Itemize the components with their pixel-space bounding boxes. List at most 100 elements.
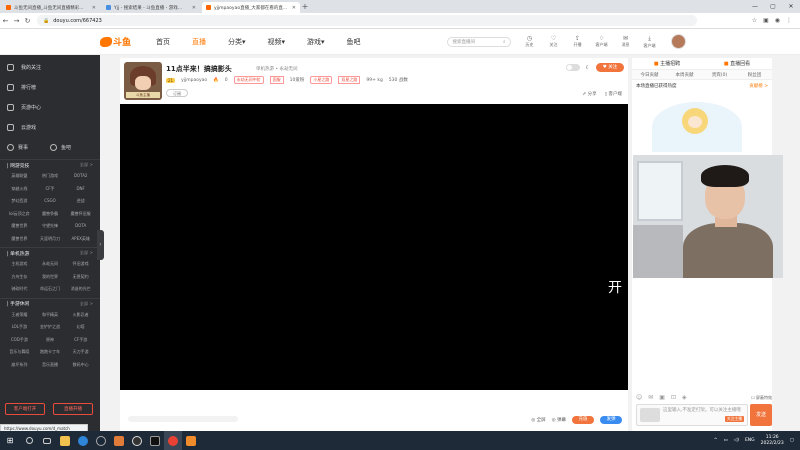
category-item[interactable]: 骑砍时代: [4, 283, 35, 296]
taskbar-chrome-icon[interactable]: [164, 431, 182, 450]
header-broadcast[interactable]: ⇪ 开播: [571, 35, 585, 49]
category-item[interactable]: COD手游: [4, 334, 35, 347]
nav-live[interactable]: 直播: [192, 37, 206, 47]
header-history[interactable]: ◷ 历史: [523, 35, 537, 49]
browser-tab-1[interactable]: 斗鱼无间直播_斗鱼无间直播精彩... ✕: [2, 2, 100, 13]
category-item[interactable]: 天刀手游: [65, 346, 96, 359]
sidebar-item-follow[interactable]: 我的关注: [0, 57, 100, 77]
category-item[interactable]: DNF: [65, 183, 96, 196]
minimize-icon[interactable]: —: [746, 0, 764, 13]
category-item[interactable]: DOTA: [65, 220, 96, 233]
category-item[interactable]: 魔兽怀旧服: [65, 208, 96, 221]
category-item[interactable]: CF手游: [65, 334, 96, 347]
nav-home[interactable]: 首页: [156, 37, 170, 47]
notification-icon[interactable]: ▢: [790, 438, 794, 443]
open-client-button[interactable]: 客户端打开: [5, 403, 45, 415]
room-tag[interactable]: 国服: [269, 76, 284, 84]
douyu-logo[interactable]: 斗鱼: [100, 35, 132, 49]
share-button[interactable]: ⇗ 分享: [582, 91, 596, 97]
back-icon[interactable]: ←: [0, 17, 11, 25]
category-item[interactable]: 跑跑卡丁车: [35, 346, 66, 359]
block-effects-checkbox[interactable]: ☐ 屏蔽特效: [751, 395, 772, 401]
follow-anchor-button[interactable]: 关注主播: [724, 416, 744, 422]
header-download[interactable]: ⤓ 客户端: [643, 35, 657, 49]
moon-icon[interactable]: ☾: [586, 65, 590, 71]
emoji-icon[interactable]: ☺: [636, 394, 642, 401]
category-item[interactable]: LOL手游: [4, 321, 35, 334]
user-avatar[interactable]: [670, 34, 686, 49]
category-item[interactable]: 守望先锋: [35, 220, 66, 233]
tab-close-icon[interactable]: ✕: [92, 5, 96, 11]
browser-tab-2[interactable]: Yjj - 搜索结果 - 斗鱼直播 - 游戏... ✕: [102, 2, 200, 13]
menu-icon[interactable]: ⋮: [786, 17, 792, 24]
room-tag[interactable]: 小星之路: [310, 76, 333, 84]
category-item[interactable]: 音乐与舞蹈: [4, 346, 35, 359]
category-item[interactable]: 和平精英: [35, 309, 66, 322]
video-player[interactable]: [120, 104, 628, 390]
tab-close-icon[interactable]: ✕: [292, 5, 296, 11]
tab-close-icon[interactable]: ✕: [192, 5, 196, 11]
sidebar-item-cloudgame[interactable]: 云游戏: [0, 117, 100, 137]
recharge-button[interactable]: 充值: [572, 416, 594, 424]
category-item[interactable]: 音乐直播: [35, 359, 66, 372]
tray-chevron-icon[interactable]: ^: [714, 438, 718, 443]
category-item[interactable]: 原神: [35, 334, 66, 347]
category-more-link[interactable]: 全部 >: [80, 162, 93, 168]
category-item[interactable]: 方舟生存: [4, 271, 35, 284]
room-tag[interactable]: 永劫无间中阶: [233, 76, 264, 84]
sidebar-item-webgame[interactable]: 页游中心: [0, 97, 100, 117]
extensions-icon[interactable]: ▣: [763, 17, 769, 24]
category-item[interactable]: 热门游戏: [35, 170, 66, 183]
client-button[interactable]: ▯ 客户端: [605, 91, 622, 97]
color-icon[interactable]: ◈: [682, 394, 687, 401]
browser-tab-3[interactable]: yjjmpaoyao直播_大家都在看的直... ✕: [202, 2, 300, 13]
send-button[interactable]: 发送: [750, 404, 772, 426]
taskbar-obs-icon[interactable]: [128, 431, 146, 450]
tab-fans[interactable]: 粉丝团: [737, 72, 772, 78]
windows-start-icon[interactable]: ⊞: [0, 436, 20, 445]
category-item[interactable]: 崩坏系列: [4, 359, 35, 372]
anchor-name[interactable]: yjjmpaoyao: [181, 78, 207, 83]
switch-toggle[interactable]: [565, 64, 580, 71]
category-item[interactable]: 命运石之门: [35, 283, 66, 296]
profile-icon[interactable]: ◉: [775, 17, 780, 24]
sidebar-item-rank[interactable]: 排行榜: [0, 77, 100, 97]
language-indicator[interactable]: ENG: [745, 438, 755, 443]
taskbar-steam-icon[interactable]: [92, 431, 110, 450]
rank-link[interactable]: 贡献榜 >: [749, 83, 768, 89]
category-item[interactable]: lol云顶之弈: [4, 208, 35, 221]
category-more-link[interactable]: 全部 >: [80, 301, 93, 307]
taskbar-search-icon[interactable]: [20, 431, 38, 450]
category-more-link[interactable]: 全部 >: [80, 250, 93, 256]
room-category[interactable]: 单机热游 • 永劫无间: [256, 66, 298, 72]
bookmark-star-icon[interactable]: ☆: [752, 17, 757, 24]
sidebar-item-yuba[interactable]: 鱼吧: [50, 143, 71, 151]
send-danmu-button[interactable]: 发弹: [600, 416, 622, 424]
category-item[interactable]: 我的世界: [35, 271, 66, 284]
sidebar-collapse-icon[interactable]: ‹: [97, 230, 104, 260]
room-tag[interactable]: 双星之路: [338, 76, 361, 84]
taskbar-app-dark-icon[interactable]: [146, 431, 164, 450]
network-icon[interactable]: ▭: [723, 438, 727, 443]
category-item[interactable]: 逆战: [65, 195, 96, 208]
follow-button[interactable]: ♥ 关注: [596, 63, 624, 72]
tab-week[interactable]: 本周贡献: [667, 72, 702, 78]
tab-today[interactable]: 今日贡献: [632, 72, 667, 78]
close-window-icon[interactable]: ✕: [782, 0, 800, 13]
nav-video[interactable]: 视频▾: [268, 37, 286, 47]
category-item[interactable]: 梦幻西游: [4, 195, 35, 208]
header-client[interactable]: ♢ 客户端: [595, 35, 609, 49]
category-item[interactable]: APEX英雄: [65, 233, 96, 246]
category-item[interactable]: 消逝的光芒: [65, 283, 96, 296]
nav-yuba[interactable]: 鱼吧: [347, 37, 361, 47]
category-item[interactable]: 金铲铲之战: [35, 321, 66, 334]
tab-replay[interactable]: ■ 直播回看: [702, 60, 772, 67]
chat-input[interactable]: 这里输入,不准定打架。可以关注主播哦 关注主播: [636, 404, 748, 426]
tab-vip[interactable]: 贵宾(0): [702, 72, 737, 78]
category-item[interactable]: DOTA2: [65, 170, 96, 183]
nav-category[interactable]: 分类▾: [228, 37, 246, 47]
taskbar-app-orange-icon[interactable]: [110, 431, 128, 450]
category-item[interactable]: 魔兽世界: [4, 233, 35, 246]
clock[interactable]: 11:26 2022/2/23: [761, 435, 784, 447]
category-item[interactable]: CF手: [35, 183, 66, 196]
